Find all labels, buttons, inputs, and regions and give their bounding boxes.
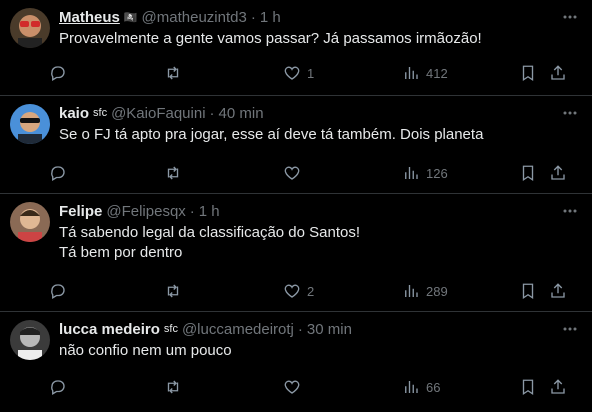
heart-icon	[284, 284, 300, 298]
tweet-text-line: Se o FJ tá apto pra jogar, esse aí deve …	[59, 126, 484, 143]
views-icon	[405, 67, 418, 79]
bookmark-button[interactable]	[519, 64, 537, 82]
share-button[interactable]	[549, 378, 567, 396]
reply-icon	[51, 284, 65, 299]
share-icon	[551, 283, 565, 298]
like-button[interactable]: 2	[283, 282, 314, 300]
reply-icon	[51, 166, 65, 181]
like-button[interactable]	[283, 378, 307, 396]
avatar[interactable]	[10, 320, 50, 360]
share-icon	[551, 65, 565, 80]
tweet-text-line: Tá bem por dentro	[59, 244, 183, 261]
retweet-icon	[167, 284, 179, 298]
reply-button[interactable]	[49, 378, 67, 396]
reply-button[interactable]	[49, 282, 67, 300]
share-icon	[551, 165, 565, 180]
separator-dot: ·	[250, 8, 256, 26]
tweet[interactable]: Matheus 🏴‍☠️ @matheuzintd3 · 1 h Provave…	[0, 0, 592, 96]
avatar[interactable]	[10, 8, 50, 48]
share-icon	[551, 379, 565, 394]
bookmark-button[interactable]	[519, 282, 537, 300]
timestamp[interactable]: 1 h	[199, 203, 220, 220]
views-button[interactable]: 66	[402, 378, 440, 396]
views-icon	[405, 167, 418, 179]
pirate-flag-icon: 🏴‍☠️	[123, 11, 138, 24]
more-options-icon[interactable]	[558, 317, 582, 341]
bookmark-button[interactable]	[519, 164, 537, 182]
club-badge: sfc	[163, 323, 178, 335]
views-button[interactable]: 412	[402, 64, 448, 82]
share-button[interactable]	[549, 64, 567, 82]
view-count: 289	[426, 283, 448, 299]
author-handle[interactable]: @Felipesqx	[106, 203, 185, 220]
tweet-text-line: Tá sabendo legal da classificação do San…	[59, 224, 361, 241]
timestamp[interactable]: 1 h	[260, 9, 281, 26]
author-handle[interactable]: @matheuzintd3	[142, 9, 247, 26]
more-options-icon[interactable]	[558, 199, 582, 223]
retweet-icon	[167, 380, 179, 394]
view-count: 412	[426, 65, 448, 81]
retweet-button[interactable]	[164, 282, 182, 300]
separator-dot: ·	[209, 104, 215, 122]
retweet-icon	[167, 66, 179, 80]
tweet[interactable]: Felipe @Felipesqx · 1 h Tá sabendo legal…	[0, 194, 592, 312]
tweet[interactable]: lucca medeiro sfc @luccamedeirotj · 30 m…	[0, 312, 592, 412]
bookmark-icon	[522, 165, 534, 182]
bookmark-icon	[522, 379, 534, 396]
author-handle[interactable]: @KaioFaquini	[111, 105, 205, 122]
retweet-icon	[167, 166, 179, 180]
bookmark-icon	[522, 65, 534, 82]
author-name[interactable]: Felipe	[59, 203, 102, 220]
tweet-text-line: Provavelmente a gente vamos passar? Já p…	[59, 30, 482, 47]
view-count: 66	[426, 379, 441, 395]
share-button[interactable]	[549, 282, 567, 300]
tweet-text: não confio nem um pouco	[59, 341, 578, 361]
heart-icon	[284, 66, 300, 80]
heart-icon	[284, 166, 300, 180]
share-button[interactable]	[549, 164, 567, 182]
author-name[interactable]: kaio	[59, 105, 89, 122]
heart-icon	[284, 380, 300, 394]
avatar[interactable]	[10, 104, 50, 144]
reply-button[interactable]	[49, 64, 67, 82]
club-badge: sfc	[93, 107, 108, 119]
like-count: 2	[307, 283, 315, 299]
tweet-text: Provavelmente a gente vamos passar? Já p…	[59, 29, 578, 49]
author-handle[interactable]: @luccamedeirotj	[182, 321, 294, 338]
author-name[interactable]: Matheus	[59, 9, 120, 26]
tweet-text: Se o FJ tá apto pra jogar, esse aí deve …	[59, 125, 578, 145]
like-button[interactable]: 1	[283, 64, 314, 82]
avatar[interactable]	[10, 202, 50, 242]
tweet-text: Tá sabendo legal da classificação do San…	[59, 223, 578, 263]
timestamp[interactable]: 30 min	[307, 321, 352, 338]
views-icon	[405, 381, 418, 393]
more-options-icon[interactable]	[558, 5, 582, 29]
reply-icon	[51, 66, 65, 81]
timestamp[interactable]: 40 min	[219, 105, 264, 122]
reply-icon	[51, 380, 65, 395]
author-name[interactable]: lucca medeiro	[59, 321, 160, 338]
bookmark-button[interactable]	[519, 378, 537, 396]
bookmark-icon	[522, 283, 534, 300]
more-options-icon[interactable]	[558, 101, 582, 125]
view-count: 126	[426, 165, 448, 181]
retweet-button[interactable]	[164, 64, 182, 82]
views-button[interactable]: 126	[402, 164, 448, 182]
like-button[interactable]	[283, 164, 307, 182]
views-icon	[405, 285, 418, 297]
separator-dot: ·	[297, 320, 303, 338]
tweet-text-line: não confio nem um pouco	[59, 342, 232, 359]
like-count: 1	[307, 65, 315, 81]
separator-dot: ·	[189, 202, 195, 220]
retweet-button[interactable]	[164, 378, 182, 396]
views-button[interactable]: 289	[402, 282, 448, 300]
tweet[interactable]: kaio sfc @KaioFaquini · 40 min Se o FJ t…	[0, 96, 592, 194]
reply-button[interactable]	[49, 164, 67, 182]
retweet-button[interactable]	[164, 164, 182, 182]
